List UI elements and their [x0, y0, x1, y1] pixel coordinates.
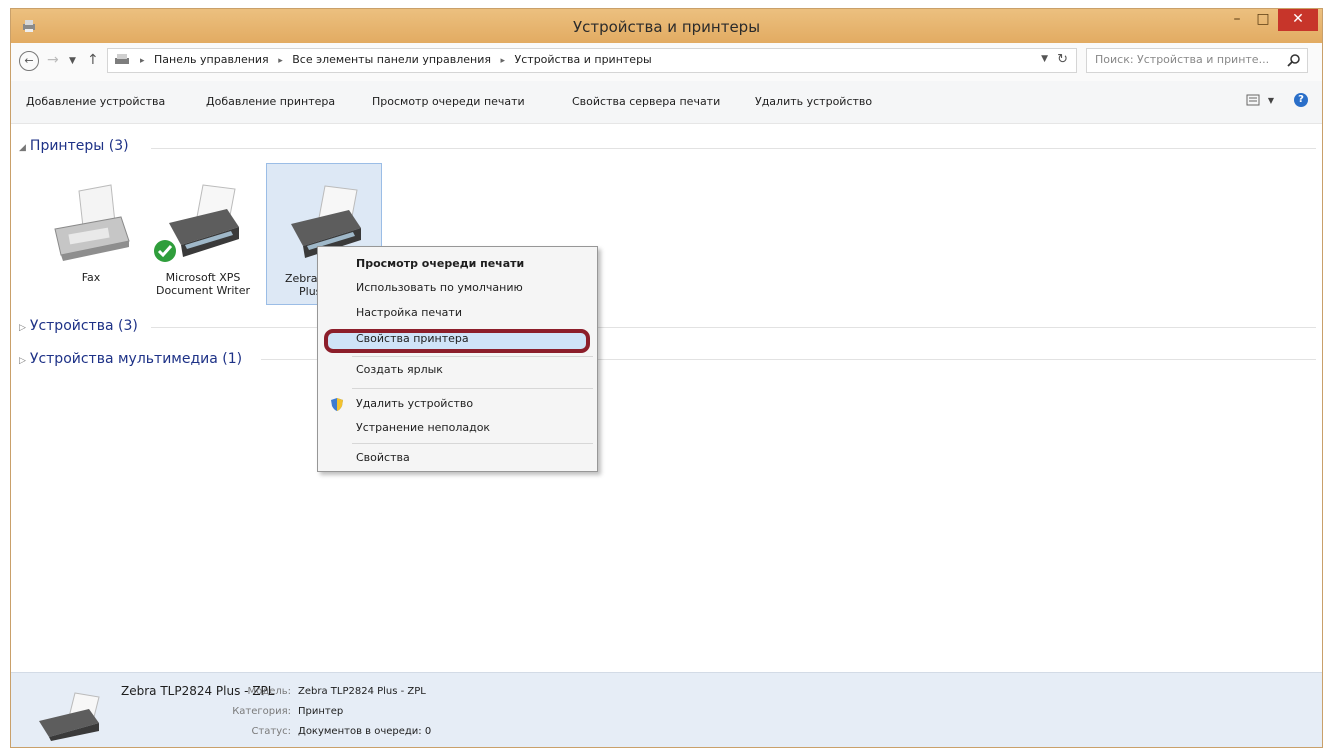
expand-triangle-icon: ▷ — [19, 323, 26, 333]
group-header-multimedia[interactable]: ▷ Устройства мультимедиа (1) — [19, 351, 242, 367]
context-menu: Просмотр очереди печати Использовать по … — [317, 246, 598, 472]
group-divider — [151, 148, 1316, 149]
breadcrumb-all-items[interactable]: Все элементы панели управления — [292, 53, 491, 66]
device-label: Microsoft XPS Document Writer — [155, 271, 251, 297]
print-queue-button[interactable]: Просмотр очереди печати — [372, 95, 525, 108]
print-server-properties-button[interactable]: Свойства сервера печати — [572, 95, 720, 108]
menu-item-properties[interactable]: Свойства — [356, 451, 410, 464]
up-arrow-icon[interactable]: ↑ — [87, 52, 99, 68]
help-icon[interactable]: ? — [1294, 93, 1308, 107]
model-label: Модель: — [247, 686, 291, 697]
details-pane: Zebra TLP2824 Plus - ZPL Модель: Zebra T… — [11, 672, 1322, 747]
expand-triangle-icon: ▷ — [19, 356, 26, 366]
search-input[interactable] — [1093, 52, 1282, 67]
printer-thumbnail-icon — [39, 692, 100, 741]
view-dropdown-icon[interactable]: ▼ — [1268, 96, 1274, 105]
device-fax[interactable]: Fax — [35, 163, 147, 305]
breadcrumb-control-panel[interactable]: Панель управления — [154, 53, 269, 66]
navigation-bar: ← → ▼ ↑ ▸ Панель управления ▸ Все элемен… — [11, 43, 1322, 81]
add-device-button[interactable]: Добавление устройства — [26, 95, 165, 108]
remove-device-button[interactable]: Удалить устройство — [755, 95, 872, 108]
menu-separator — [352, 356, 593, 357]
control-panel-icon — [115, 54, 129, 64]
back-arrow-icon[interactable]: ← — [19, 51, 39, 71]
category-value: Принтер — [298, 706, 344, 717]
collapse-triangle-icon: ◢ — [19, 143, 26, 153]
devices-and-printers-window: Устройства и принтеры – □ ✕ ← → ▼ ↑ ▸ Па… — [10, 8, 1323, 748]
fax-icon — [54, 184, 130, 261]
title-bar[interactable]: Устройства и принтеры – □ ✕ — [11, 9, 1322, 43]
menu-item-set-default[interactable]: Использовать по умолчанию — [356, 281, 523, 294]
breadcrumb-chevron-icon: ▸ — [278, 56, 283, 66]
maximize-button[interactable]: □ — [1248, 9, 1278, 31]
command-bar: Добавление устройства Добавление принтер… — [11, 81, 1322, 124]
breadcrumb-devices-printers[interactable]: Устройства и принтеры — [515, 53, 652, 66]
refresh-icon[interactable]: ↻ — [1057, 52, 1068, 67]
address-bar[interactable]: ▸ Панель управления ▸ Все элементы панел… — [107, 48, 1077, 73]
group-header-devices[interactable]: ▷ Устройства (3) — [19, 318, 138, 334]
group-header-printers[interactable]: ◢ Принтеры (3) — [19, 138, 129, 154]
menu-item-printing-preferences[interactable]: Настройка печати — [356, 306, 462, 319]
uac-shield-icon — [331, 398, 343, 411]
status-value: Документов в очереди: 0 — [298, 726, 432, 737]
forward-arrow-icon[interactable]: → — [47, 52, 59, 68]
model-value: Zebra TLP2824 Plus - ZPL — [298, 686, 426, 697]
add-printer-button[interactable]: Добавление принтера — [206, 95, 335, 108]
menu-item-print-queue[interactable]: Просмотр очереди печати — [356, 257, 524, 270]
view-options-icon[interactable] — [1246, 94, 1260, 106]
status-label: Статус: — [251, 726, 291, 737]
menu-item-remove-device[interactable]: Удалить устройство — [356, 397, 473, 410]
search-box — [1086, 48, 1308, 73]
menu-item-printer-properties[interactable]: Свойства принтера — [356, 332, 469, 345]
breadcrumb-chevron-icon: ▸ — [140, 56, 145, 66]
menu-separator — [352, 443, 593, 444]
device-label: Fax — [81, 271, 101, 284]
window-title: Устройства и принтеры — [572, 18, 761, 36]
history-dropdown-icon[interactable]: ▼ — [69, 56, 76, 66]
breadcrumb-chevron-icon: ▸ — [500, 56, 506, 66]
address-dropdown-icon[interactable]: ▼ — [1041, 54, 1048, 64]
default-checkmark-icon — [154, 240, 176, 262]
category-label: Категория: — [232, 706, 291, 717]
menu-item-troubleshoot[interactable]: Устранение неполадок — [356, 421, 490, 434]
device-microsoft-xps[interactable]: Microsoft XPS Document Writer — [147, 163, 259, 305]
breadcrumb: ▸ Панель управления ▸ Все элементы панел… — [134, 53, 652, 66]
close-button[interactable]: ✕ — [1278, 9, 1318, 31]
menu-separator — [352, 388, 593, 389]
menu-item-create-shortcut[interactable]: Создать ярлык — [356, 363, 443, 376]
search-icon[interactable] — [1287, 53, 1301, 67]
